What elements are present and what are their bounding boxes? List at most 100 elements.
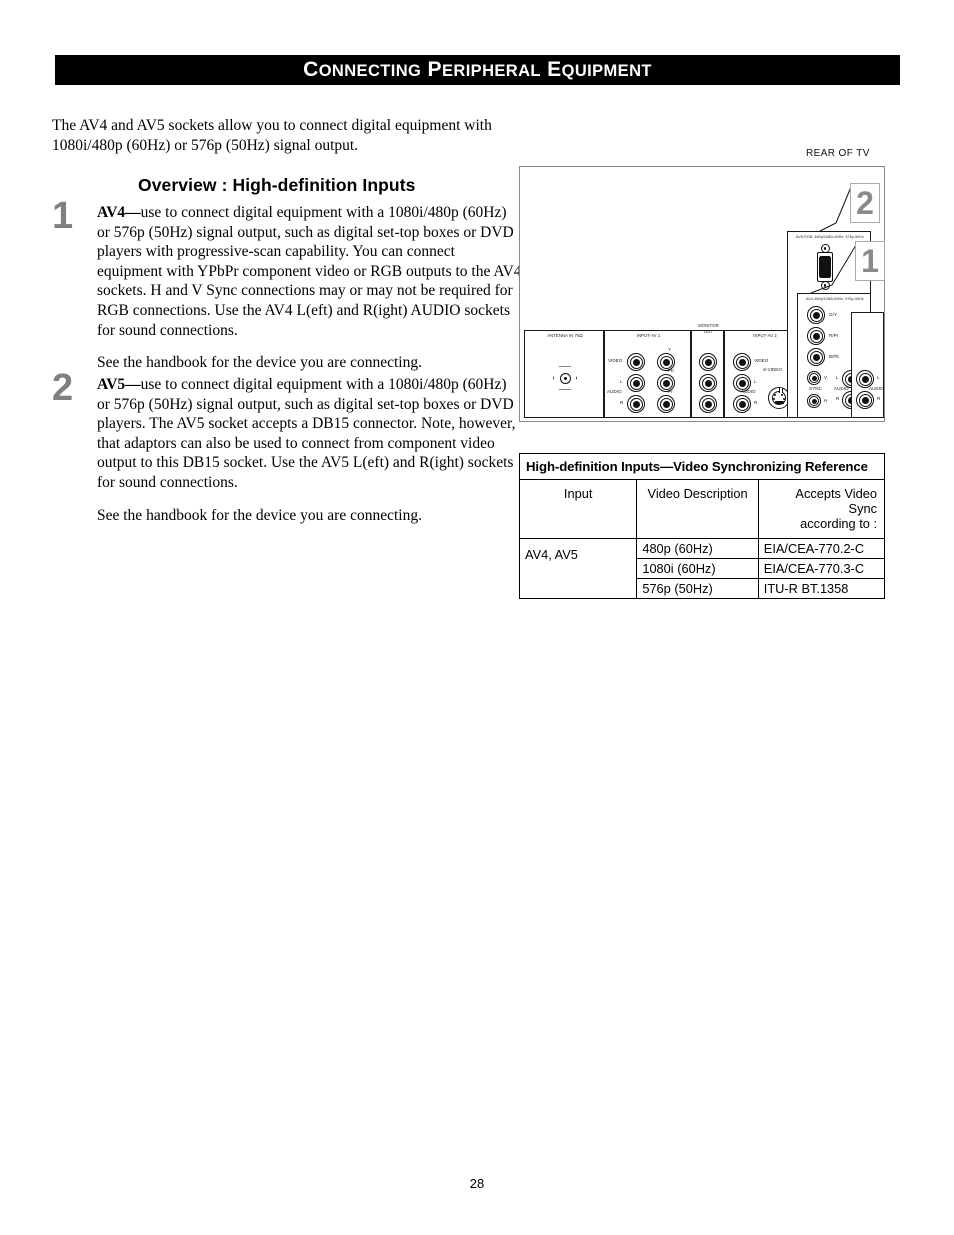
accepts-list: EIA/CEA-770.2-C EIA/CEA-770.3-C ITU-R BT…	[758, 539, 884, 599]
cell-input-value: AV4, AV5	[518, 538, 638, 599]
jack-label-av2-r: R	[754, 400, 758, 405]
list-item: ITU-R BT.1358	[759, 579, 884, 599]
column-header-accepts-line1: Accepts Video Sync	[795, 486, 877, 516]
page-title-word-2: P	[427, 58, 442, 81]
jack-av4-b-pb	[807, 348, 825, 366]
panel-label-monitor-out-line2: OUT	[703, 329, 714, 334]
accepts-2: ITU-R BT.1358	[763, 581, 849, 596]
step-body-1: AV4—use to connect digital equipment wit…	[97, 203, 522, 340]
jack-monitor-out-audio-r	[699, 395, 717, 413]
jack-av2-audio-r	[733, 395, 751, 413]
accepts-0: EIA/CEA-770.2-C	[758, 539, 884, 559]
jack-av2-video	[733, 353, 751, 371]
page-title-word-1: C	[303, 58, 319, 81]
panel-label-antenna: ANTENNA IN 75Ω	[547, 333, 583, 338]
list-item: EIA/CEA-770.2-C	[758, 539, 884, 559]
list-item: 480p (60Hz)	[637, 539, 758, 559]
step-item-1: 1 AV4—use to connect digital equipment w…	[52, 197, 522, 373]
step-note-1: See the handbook for the device you are …	[97, 354, 422, 372]
panel-label-av5: AV5-RGB, 480p/1080i-60Hz, 576p-50Hz	[796, 235, 864, 239]
jack-av4-sync-h	[807, 394, 821, 408]
jack-label-av1-y: Y	[668, 347, 672, 352]
jack-label-av4-audio-l: L	[836, 375, 839, 380]
video-description-1: 1080i (60Hz)	[637, 558, 758, 579]
page-title: CONNECTING PERIPHERAL EQUIPMENT	[303, 58, 652, 82]
list-item: 1080i (60Hz)	[637, 558, 758, 579]
step-lead-1: AV4—	[97, 204, 141, 221]
column-header-accepts-video-sync: Accepts Video Sync according to :	[757, 479, 886, 539]
jack-label-av4-sync-v: V	[824, 375, 828, 380]
jack-label-av2-audio: AUDIO	[741, 389, 756, 394]
panel-monitor-out: MONITOR OUT	[691, 323, 724, 418]
jack-av5-audio-r	[856, 391, 874, 409]
table-header-row: Input Video Description Accepts Video Sy…	[518, 479, 886, 539]
tv-rear-panel-diagram: ANTENNA IN 75Ω INPUT-AV 1 VIDEO L AUDIO …	[519, 166, 885, 422]
video-sync-reference-table: High-definition Inputs—Video Synchronizi…	[518, 453, 886, 599]
jack-label-av4-audio-r: R	[836, 396, 840, 401]
diagram-caption: REAR OF TV	[806, 148, 870, 159]
jack-label-av4-sync: SYNC	[809, 386, 822, 391]
jack-label-av1-r: R	[620, 400, 624, 405]
jack-label-av1-l: L	[620, 379, 623, 384]
antenna-coax-connector	[552, 365, 578, 391]
column-header-accepts-line2: according to :	[800, 516, 877, 531]
panel-av5-audio: L AUDIO R	[851, 312, 884, 418]
jack-av4-sync-v	[807, 371, 821, 385]
jack-av5-db15-connector	[815, 244, 835, 290]
page-title-bar: CONNECTING PERIPHERAL EQUIPMENT	[55, 55, 900, 85]
jack-av1-video	[627, 353, 645, 371]
jack-label-av2-l: L	[754, 379, 757, 384]
column-header-input: Input	[518, 479, 638, 539]
step-number-1: 1	[52, 195, 74, 237]
table-title-row: High-definition Inputs—Video Synchronizi…	[519, 453, 885, 480]
panel-input-av1: INPUT-AV 1 VIDEO L AUDIO R Y Pb Pr	[604, 330, 691, 418]
jack-label-av4-sync-h: H	[824, 398, 828, 403]
step-note-2: See the handbook for the device you are …	[97, 506, 422, 524]
jack-av1-pr	[657, 395, 675, 413]
jack-monitor-out-video	[699, 353, 717, 371]
page-title-word-1-rest: ONNECTING	[318, 62, 422, 80]
jack-label-av5-audio-r: R	[877, 396, 881, 401]
video-description-0: 480p (60Hz)	[637, 539, 758, 559]
step-text-1: use to connect digital equipment with a …	[97, 204, 522, 339]
panel-label-av4: AV4-480p/1080i-60Hz, 576p-50Hz	[806, 297, 864, 301]
table-title: High-definition Inputs—Video Synchronizi…	[519, 453, 885, 480]
step-lead-2: AV5—	[97, 376, 141, 393]
video-description-2: 576p (50Hz)	[642, 581, 713, 596]
jack-monitor-out-audio-l	[699, 374, 717, 392]
jack-label-av1-pr: Pr	[668, 389, 673, 394]
jack-label-av4-audio: AUDIO	[834, 386, 849, 391]
callout-box-1: 1	[855, 241, 885, 281]
table-row: AV4, AV5 480p (60Hz) 1080i (60Hz) 576p (…	[518, 538, 886, 599]
accepts-1: EIA/CEA-770.3-C	[758, 558, 884, 579]
page-number: 28	[469, 1176, 485, 1191]
intro-paragraph: The AV4 and AV5 sockets allow you to con…	[52, 116, 492, 154]
list-item: EIA/CEA-770.3-C	[758, 558, 884, 579]
jack-av1-audio-r	[627, 395, 645, 413]
jack-label-av2-video: VIDEO	[754, 358, 769, 363]
callout-box-2: 2	[850, 183, 880, 223]
cell-video-description-group: 480p (60Hz) 1080i (60Hz) 576p (50Hz)	[636, 538, 759, 599]
jack-label-av4-g-y: G/Y	[829, 312, 837, 317]
cell-accepts-group: EIA/CEA-770.2-C EIA/CEA-770.3-C ITU-R BT…	[757, 538, 886, 599]
panel-label-input-av1: INPUT-AV 1	[636, 333, 661, 338]
jack-label-av4-r-pr: R/Pr	[829, 333, 839, 338]
jack-label-av2-svideo: S-VIDEO	[763, 367, 782, 372]
jack-label-av1-pb: Pb	[668, 368, 674, 373]
jack-label-av5-audio-l: L	[877, 375, 880, 380]
step-number-2: 2	[52, 367, 74, 409]
panel-antenna: ANTENNA IN 75Ω	[524, 330, 604, 418]
jack-label-av1-audio: AUDIO	[607, 389, 622, 394]
list-item: 576p (50Hz)	[637, 579, 757, 599]
page-title-word-3-rest: QUIPMENT	[561, 62, 652, 80]
jack-label-av1-video: VIDEO	[608, 358, 623, 363]
column-header-video-description: Video Description	[636, 479, 759, 539]
jack-label-av4-b-pb: B/Pb	[829, 354, 839, 359]
jack-label-av5-audio: AUDIO	[869, 386, 884, 391]
page-title-word-2-rest: ERIPHERAL	[441, 62, 541, 80]
jack-av4-g-y	[807, 306, 825, 324]
step-body-2: AV5—use to connect digital equipment wit…	[97, 375, 522, 493]
jack-av4-r-pr	[807, 327, 825, 345]
step-text-2: use to connect digital equipment with a …	[97, 376, 516, 491]
page-title-word-3: E	[547, 58, 562, 81]
